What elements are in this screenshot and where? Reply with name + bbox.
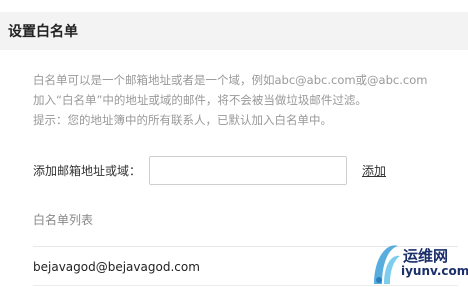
description-tip: 提示：您的地址簿中的所有联系人，已默认加入白名单中。 [33, 113, 332, 127]
watermark-domain: iyunv.com [401, 264, 468, 278]
address-input[interactable] [149, 156, 347, 185]
whitelist-item: bejavagod@bejavagod.com [33, 260, 200, 274]
add-address-label: 添加邮箱地址或域： [33, 164, 142, 178]
description-line: 加入“白名单”中的地址或域的邮件，将不会被当做垃圾邮件过滤。 [33, 93, 367, 107]
add-link[interactable]: 添加 [362, 162, 386, 179]
watermark-name: 运维网 [403, 247, 449, 265]
description-block: 白名单可以是一个邮箱地址或者是一个域，例如abc@abc.com或@abc.co… [33, 70, 458, 130]
whitelist-title: 白名单列表 [33, 213, 94, 227]
add-address-row: 添加邮箱地址或域： 添加 [33, 155, 386, 186]
page-title: 设置白名单 [8, 24, 78, 40]
header-bar: 设置白名单 [0, 12, 468, 50]
description-line: 白名单可以是一个邮箱地址或者是一个域，例如abc@abc.com或@abc.co… [33, 73, 428, 87]
